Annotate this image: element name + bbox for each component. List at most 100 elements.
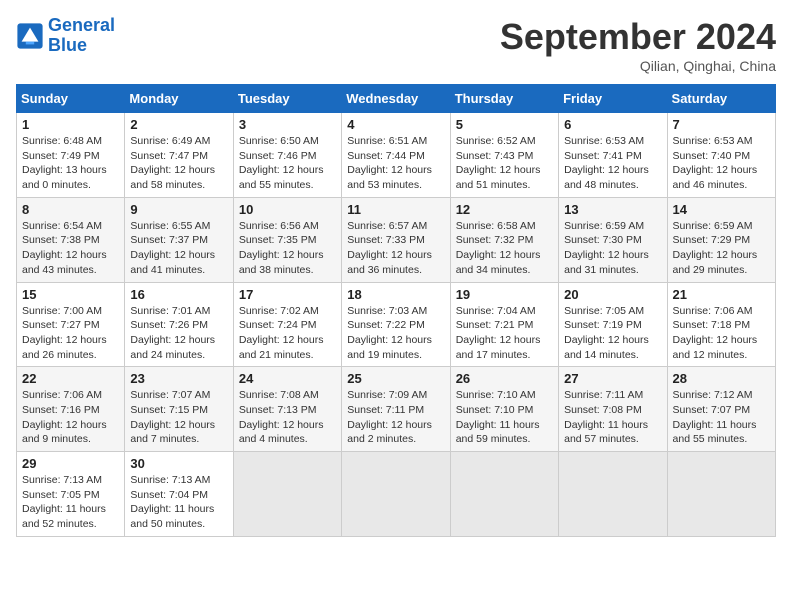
- day-number: 2: [130, 117, 227, 132]
- day-number: 29: [22, 456, 119, 471]
- day-detail: Sunrise: 7:06 AM Sunset: 7:18 PM Dayligh…: [673, 304, 770, 363]
- day-number: 22: [22, 371, 119, 386]
- calendar-week-3: 15 Sunrise: 7:00 AM Sunset: 7:27 PM Dayl…: [17, 282, 776, 367]
- page-header: General Blue September 2024 Qilian, Qing…: [16, 16, 776, 74]
- day-detail: Sunrise: 7:09 AM Sunset: 7:11 PM Dayligh…: [347, 388, 444, 447]
- calendar-cell: 17 Sunrise: 7:02 AM Sunset: 7:24 PM Dayl…: [233, 282, 341, 367]
- header-sunday: Sunday: [17, 85, 125, 113]
- calendar-cell: 2 Sunrise: 6:49 AM Sunset: 7:47 PM Dayli…: [125, 113, 233, 198]
- day-detail: Sunrise: 6:55 AM Sunset: 7:37 PM Dayligh…: [130, 219, 227, 278]
- calendar-cell: 27 Sunrise: 7:11 AM Sunset: 7:08 PM Dayl…: [559, 367, 667, 452]
- day-detail: Sunrise: 6:58 AM Sunset: 7:32 PM Dayligh…: [456, 219, 553, 278]
- day-number: 21: [673, 287, 770, 302]
- calendar-week-1: 1 Sunrise: 6:48 AM Sunset: 7:49 PM Dayli…: [17, 113, 776, 198]
- calendar-cell: [342, 452, 450, 537]
- calendar-cell: 9 Sunrise: 6:55 AM Sunset: 7:37 PM Dayli…: [125, 197, 233, 282]
- calendar-cell: 20 Sunrise: 7:05 AM Sunset: 7:19 PM Dayl…: [559, 282, 667, 367]
- calendar-cell: 3 Sunrise: 6:50 AM Sunset: 7:46 PM Dayli…: [233, 113, 341, 198]
- calendar-cell: 1 Sunrise: 6:48 AM Sunset: 7:49 PM Dayli…: [17, 113, 125, 198]
- day-number: 10: [239, 202, 336, 217]
- day-detail: Sunrise: 7:03 AM Sunset: 7:22 PM Dayligh…: [347, 304, 444, 363]
- logo-blue: Blue: [48, 36, 115, 56]
- day-number: 26: [456, 371, 553, 386]
- day-number: 16: [130, 287, 227, 302]
- day-detail: Sunrise: 6:49 AM Sunset: 7:47 PM Dayligh…: [130, 134, 227, 193]
- title-area: September 2024 Qilian, Qinghai, China: [500, 16, 776, 74]
- day-detail: Sunrise: 6:59 AM Sunset: 7:29 PM Dayligh…: [673, 219, 770, 278]
- day-detail: Sunrise: 7:06 AM Sunset: 7:16 PM Dayligh…: [22, 388, 119, 447]
- header-row: SundayMondayTuesdayWednesdayThursdayFrid…: [17, 85, 776, 113]
- calendar-cell: 30 Sunrise: 7:13 AM Sunset: 7:04 PM Dayl…: [125, 452, 233, 537]
- header-wednesday: Wednesday: [342, 85, 450, 113]
- calendar-cell: 22 Sunrise: 7:06 AM Sunset: 7:16 PM Dayl…: [17, 367, 125, 452]
- day-detail: Sunrise: 6:53 AM Sunset: 7:41 PM Dayligh…: [564, 134, 661, 193]
- day-detail: Sunrise: 7:07 AM Sunset: 7:15 PM Dayligh…: [130, 388, 227, 447]
- calendar-cell: 15 Sunrise: 7:00 AM Sunset: 7:27 PM Dayl…: [17, 282, 125, 367]
- day-detail: Sunrise: 6:48 AM Sunset: 7:49 PM Dayligh…: [22, 134, 119, 193]
- calendar-week-2: 8 Sunrise: 6:54 AM Sunset: 7:38 PM Dayli…: [17, 197, 776, 282]
- calendar-cell: 13 Sunrise: 6:59 AM Sunset: 7:30 PM Dayl…: [559, 197, 667, 282]
- day-number: 5: [456, 117, 553, 132]
- header-tuesday: Tuesday: [233, 85, 341, 113]
- calendar-body: 1 Sunrise: 6:48 AM Sunset: 7:49 PM Dayli…: [17, 113, 776, 537]
- day-detail: Sunrise: 7:13 AM Sunset: 7:04 PM Dayligh…: [130, 473, 227, 532]
- calendar-cell: 14 Sunrise: 6:59 AM Sunset: 7:29 PM Dayl…: [667, 197, 775, 282]
- day-number: 6: [564, 117, 661, 132]
- calendar-cell: 19 Sunrise: 7:04 AM Sunset: 7:21 PM Dayl…: [450, 282, 558, 367]
- calendar-cell: 25 Sunrise: 7:09 AM Sunset: 7:11 PM Dayl…: [342, 367, 450, 452]
- logo: General Blue: [16, 16, 115, 56]
- day-number: 25: [347, 371, 444, 386]
- day-number: 19: [456, 287, 553, 302]
- day-detail: Sunrise: 7:01 AM Sunset: 7:26 PM Dayligh…: [130, 304, 227, 363]
- day-detail: Sunrise: 7:11 AM Sunset: 7:08 PM Dayligh…: [564, 388, 661, 447]
- day-number: 17: [239, 287, 336, 302]
- calendar-cell: 24 Sunrise: 7:08 AM Sunset: 7:13 PM Dayl…: [233, 367, 341, 452]
- calendar-cell: 10 Sunrise: 6:56 AM Sunset: 7:35 PM Dayl…: [233, 197, 341, 282]
- calendar-cell: 28 Sunrise: 7:12 AM Sunset: 7:07 PM Dayl…: [667, 367, 775, 452]
- day-number: 30: [130, 456, 227, 471]
- calendar-cell: 8 Sunrise: 6:54 AM Sunset: 7:38 PM Dayli…: [17, 197, 125, 282]
- header-monday: Monday: [125, 85, 233, 113]
- location: Qilian, Qinghai, China: [500, 58, 776, 74]
- day-detail: Sunrise: 6:57 AM Sunset: 7:33 PM Dayligh…: [347, 219, 444, 278]
- day-number: 15: [22, 287, 119, 302]
- day-detail: Sunrise: 7:10 AM Sunset: 7:10 PM Dayligh…: [456, 388, 553, 447]
- calendar-header: SundayMondayTuesdayWednesdayThursdayFrid…: [17, 85, 776, 113]
- day-detail: Sunrise: 6:54 AM Sunset: 7:38 PM Dayligh…: [22, 219, 119, 278]
- day-detail: Sunrise: 6:53 AM Sunset: 7:40 PM Dayligh…: [673, 134, 770, 193]
- day-detail: Sunrise: 7:00 AM Sunset: 7:27 PM Dayligh…: [22, 304, 119, 363]
- day-detail: Sunrise: 7:08 AM Sunset: 7:13 PM Dayligh…: [239, 388, 336, 447]
- calendar-cell: 7 Sunrise: 6:53 AM Sunset: 7:40 PM Dayli…: [667, 113, 775, 198]
- day-number: 24: [239, 371, 336, 386]
- day-number: 3: [239, 117, 336, 132]
- day-number: 11: [347, 202, 444, 217]
- calendar-cell: 6 Sunrise: 6:53 AM Sunset: 7:41 PM Dayli…: [559, 113, 667, 198]
- day-number: 12: [456, 202, 553, 217]
- header-thursday: Thursday: [450, 85, 558, 113]
- calendar-cell: 5 Sunrise: 6:52 AM Sunset: 7:43 PM Dayli…: [450, 113, 558, 198]
- logo-text: General Blue: [48, 16, 115, 56]
- day-number: 1: [22, 117, 119, 132]
- header-saturday: Saturday: [667, 85, 775, 113]
- logo-general: General: [48, 15, 115, 35]
- day-detail: Sunrise: 7:04 AM Sunset: 7:21 PM Dayligh…: [456, 304, 553, 363]
- calendar-cell: [667, 452, 775, 537]
- day-number: 28: [673, 371, 770, 386]
- calendar-cell: 18 Sunrise: 7:03 AM Sunset: 7:22 PM Dayl…: [342, 282, 450, 367]
- day-number: 27: [564, 371, 661, 386]
- calendar-cell: 29 Sunrise: 7:13 AM Sunset: 7:05 PM Dayl…: [17, 452, 125, 537]
- day-number: 18: [347, 287, 444, 302]
- day-number: 23: [130, 371, 227, 386]
- calendar-cell: 23 Sunrise: 7:07 AM Sunset: 7:15 PM Dayl…: [125, 367, 233, 452]
- header-friday: Friday: [559, 85, 667, 113]
- calendar-cell: 21 Sunrise: 7:06 AM Sunset: 7:18 PM Dayl…: [667, 282, 775, 367]
- calendar-cell: 26 Sunrise: 7:10 AM Sunset: 7:10 PM Dayl…: [450, 367, 558, 452]
- calendar-cell: [450, 452, 558, 537]
- day-number: 8: [22, 202, 119, 217]
- day-detail: Sunrise: 6:52 AM Sunset: 7:43 PM Dayligh…: [456, 134, 553, 193]
- day-detail: Sunrise: 6:59 AM Sunset: 7:30 PM Dayligh…: [564, 219, 661, 278]
- day-detail: Sunrise: 6:51 AM Sunset: 7:44 PM Dayligh…: [347, 134, 444, 193]
- day-number: 9: [130, 202, 227, 217]
- day-detail: Sunrise: 6:50 AM Sunset: 7:46 PM Dayligh…: [239, 134, 336, 193]
- calendar-cell: [233, 452, 341, 537]
